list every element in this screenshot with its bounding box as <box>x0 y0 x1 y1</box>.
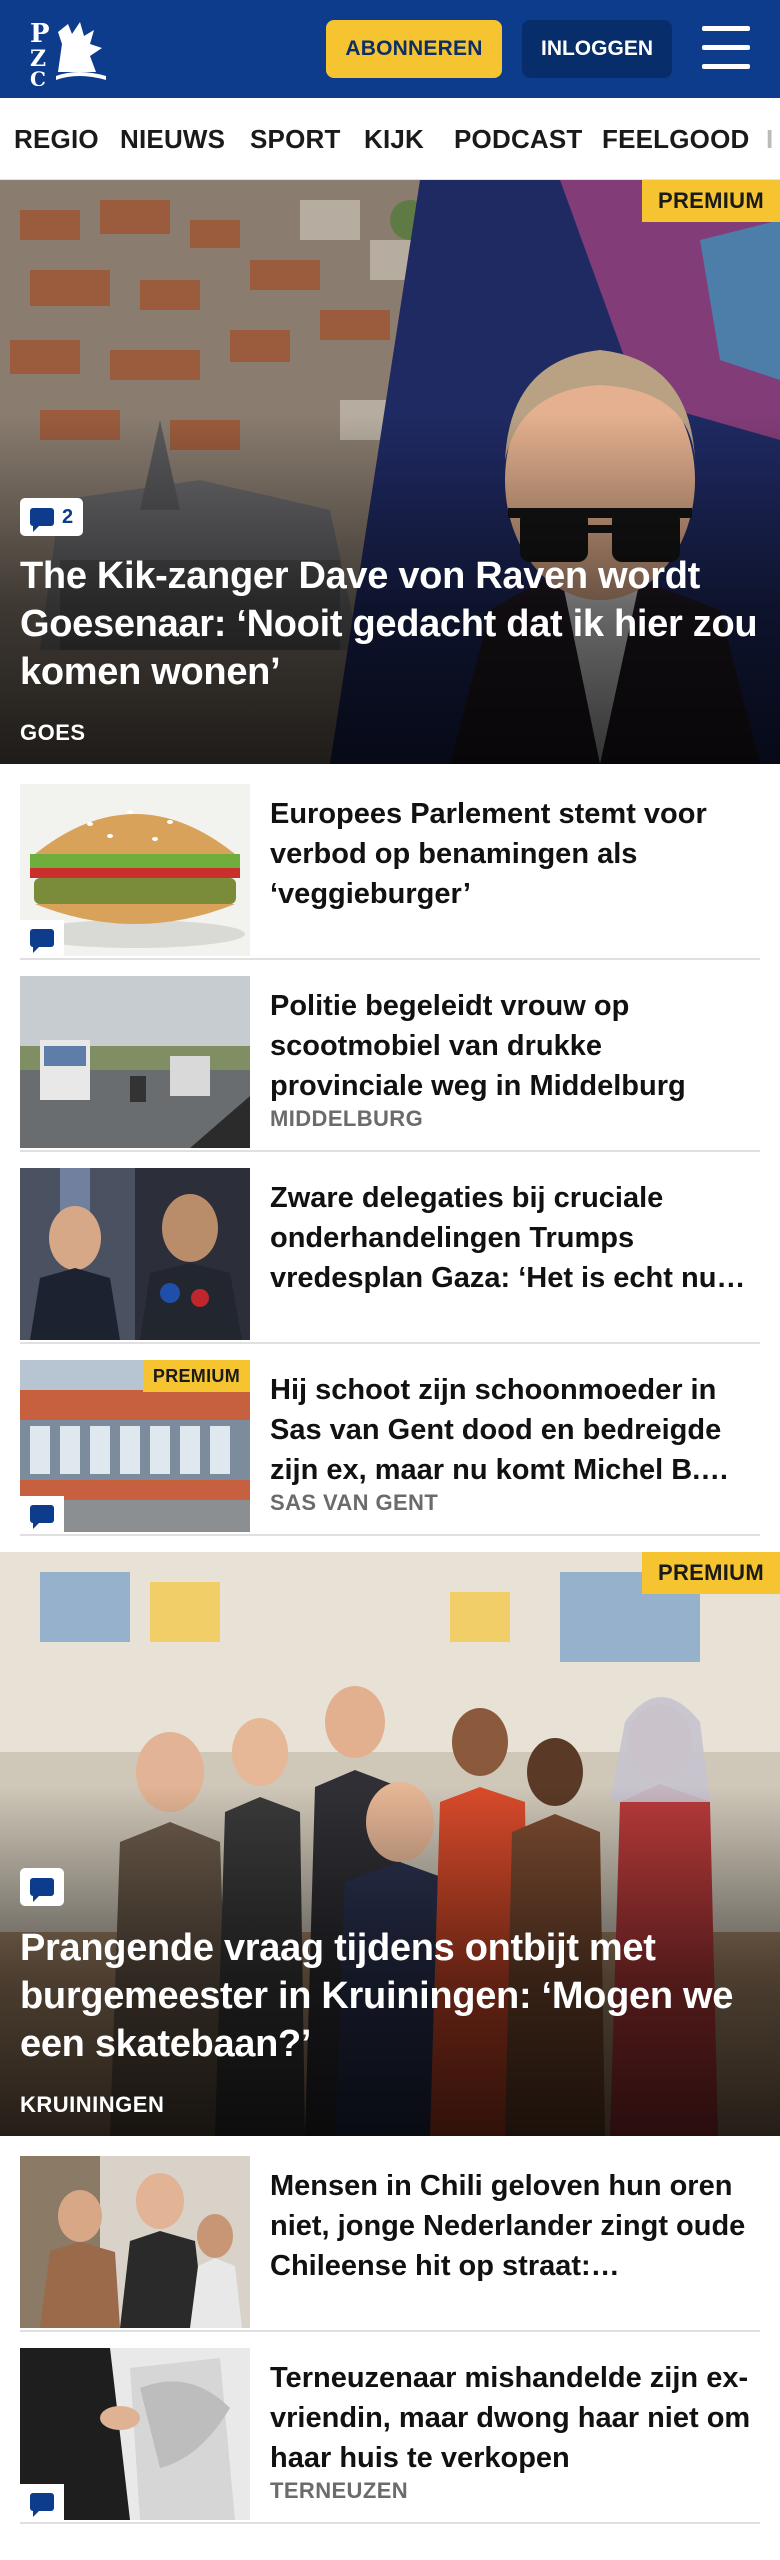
list-item[interactable]: Europees Parlement stemt voor verbod op … <box>20 784 760 960</box>
list-item[interactable]: Terneuzenaar mishandelde zijn ex-vriendi… <box>20 2348 760 2524</box>
nav-item-overflow[interactable]: I <box>766 98 773 179</box>
scootmobiel-image <box>20 976 250 1148</box>
delegations-image <box>20 1168 250 1340</box>
comment-badge[interactable] <box>20 2484 64 2520</box>
article-title[interactable]: Hij schoot zijn schoonmoeder in Sas van … <box>270 1370 760 1490</box>
hero-article-goes[interactable]: PREMIUM 2 The Kik-zanger Dave von Raven … <box>0 180 780 764</box>
article-title[interactable]: Mensen in Chili geloven hun oren niet, j… <box>270 2166 760 2286</box>
comment-badge[interactable] <box>20 1496 64 1532</box>
comment-icon <box>30 1505 54 1529</box>
article-location: TERNEUZEN <box>270 2478 409 2503</box>
list-item[interactable]: Politie begeleidt vrouw op scootmobiel v… <box>20 976 760 1152</box>
nav-item-sport[interactable]: SPORT <box>250 98 341 179</box>
hero-location: KRUININGEN <box>20 2092 165 2117</box>
comment-icon <box>30 508 54 532</box>
article-thumbnail <box>20 784 250 956</box>
hero-location: GOES <box>20 720 86 745</box>
hero-headline[interactable]: Prangende vraag tijdens ontbijt met burg… <box>20 1924 760 2068</box>
article-title[interactable]: Politie begeleidt vrouw op scootmobiel v… <box>270 986 760 1106</box>
article-location: MIDDELBURG <box>270 1106 424 1131</box>
list-item[interactable]: Zware delegaties bij cruciale onderhande… <box>20 1168 760 1344</box>
nav-item-podcast[interactable]: PODCAST <box>454 98 583 179</box>
nav-item-regio[interactable]: REGIO <box>14 98 99 179</box>
article-thumbnail <box>20 2348 250 2520</box>
logo-mark: P Z C <box>30 19 106 91</box>
comment-badge[interactable] <box>20 920 64 956</box>
comment-badge[interactable]: 2 <box>20 498 84 536</box>
article-thumbnail <box>20 1168 250 1340</box>
premium-badge: PREMIUM <box>142 1360 250 1392</box>
article-thumbnail <box>20 2156 250 2328</box>
comment-icon <box>30 929 54 953</box>
hero-article-kruiningen[interactable]: PREMIUM Prangende vraag tijdens ontbijt … <box>0 1552 780 2136</box>
article-title[interactable]: Europees Parlement stemt voor verbod op … <box>270 794 760 914</box>
article-thumbnail <box>20 976 250 1148</box>
nav-item-nieuws[interactable]: NIEUWS <box>120 98 225 179</box>
svg-text:C: C <box>30 67 46 86</box>
comment-icon <box>30 2493 54 2517</box>
top-bar: P Z C ABONNEREN INLOGGEN <box>0 0 780 98</box>
article-title[interactable]: Zware delegaties bij cruciale onderhande… <box>270 1178 760 1298</box>
nav-item-kijk[interactable]: KIJK <box>364 98 424 179</box>
section-nav: REGIO NIEUWS SPORT KIJK PODCAST FEELGOOD… <box>0 98 780 180</box>
premium-badge: PREMIUM <box>642 180 780 222</box>
comment-count: 2 <box>62 505 74 528</box>
article-title[interactable]: Terneuzenaar mishandelde zijn ex-vriendi… <box>270 2358 760 2478</box>
svg-text:P: P <box>30 19 50 49</box>
menu-icon[interactable] <box>696 24 756 74</box>
nav-item-feelgood[interactable]: FEELGOOD <box>602 98 750 179</box>
comment-icon <box>30 1878 54 1902</box>
login-button[interactable]: INLOGGEN <box>522 20 672 78</box>
list-item[interactable]: Mensen in Chili geloven hun oren niet, j… <box>20 2156 760 2332</box>
hero-headline[interactable]: The Kik-zanger Dave von Raven wordt Goes… <box>20 552 760 696</box>
chile-singer-image <box>20 2156 250 2328</box>
article-location: SAS VAN GENT <box>270 1490 439 1515</box>
pzc-logo[interactable]: P Z C <box>28 14 110 91</box>
premium-badge: PREMIUM <box>642 1552 780 1594</box>
list-item[interactable]: PREMIUM Hij schoot zijn schoonmoeder in … <box>20 1360 760 1536</box>
subscribe-button[interactable]: ABONNEREN <box>326 20 502 78</box>
article-thumbnail: PREMIUM <box>20 1360 250 1532</box>
comment-badge[interactable] <box>20 1868 64 1906</box>
